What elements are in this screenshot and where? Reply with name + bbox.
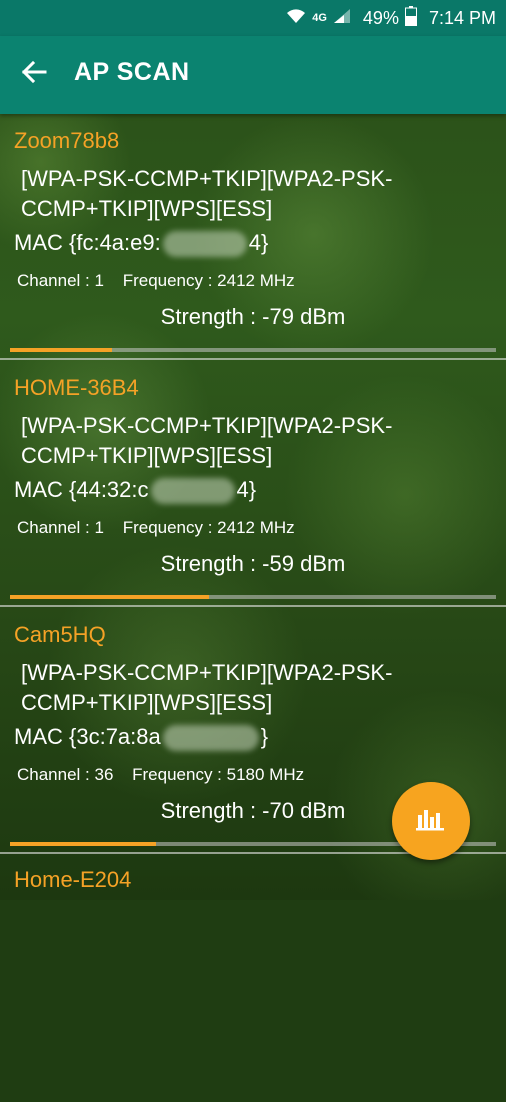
- signal-bar: [10, 348, 496, 352]
- ap-frequency: Frequency : 5180 MHz: [132, 765, 305, 784]
- page-title: AP SCAN: [74, 58, 190, 86]
- chart-fab-button[interactable]: [392, 782, 470, 860]
- battery-icon: [404, 5, 417, 31]
- divider: [0, 605, 506, 607]
- back-button[interactable]: [14, 54, 54, 94]
- mac-redaction: [162, 231, 247, 258]
- cell-signal-icon: [333, 8, 351, 29]
- battery-percent: 49%: [362, 7, 399, 28]
- signal-bar-fill: [10, 595, 210, 599]
- ap-list[interactable]: Zoom78b8 [WPA-PSK-CCMP+TKIP][WPA2-PSK-CC…: [0, 114, 506, 1102]
- ap-mac: MAC {44:32:c 4}: [14, 477, 257, 505]
- ap-mac-prefix: MAC {44:32:c: [14, 477, 149, 502]
- ap-channel: Channel : 1: [17, 271, 104, 290]
- ap-item[interactable]: HOME-36B4 [WPA-PSK-CCMP+TKIP][WPA2-PSK-C…: [0, 361, 506, 608]
- ap-frequency: Frequency : 2412 MHz: [122, 518, 295, 537]
- ap-ssid: HOME-36B4: [14, 375, 139, 400]
- signal-bar-fill: [10, 842, 156, 846]
- ap-ssid: Cam5HQ: [14, 622, 106, 647]
- ap-frequency: Frequency : 2412 MHz: [122, 271, 295, 290]
- signal-bar: [10, 595, 496, 599]
- ap-strength: Strength : -59 dBm: [160, 551, 346, 576]
- ap-mac: MAC {fc:4a:e9: 4}: [14, 230, 269, 258]
- ap-meta: Channel : 1 Frequency : 2412 MHz: [17, 518, 309, 538]
- ap-capabilities: [WPA-PSK-CCMP+TKIP][WPA2-PSK-CCMP+TKIP][…: [21, 413, 393, 468]
- network-type: 4G: [312, 12, 327, 24]
- ap-channel: Channel : 1: [17, 518, 104, 537]
- ap-capabilities: [WPA-PSK-CCMP+TKIP][WPA2-PSK-CCMP+TKIP][…: [21, 660, 393, 715]
- divider: [0, 358, 506, 360]
- bar-chart-icon: [416, 807, 446, 836]
- ap-strength: Strength : -79 dBm: [160, 304, 346, 329]
- ap-item[interactable]: Home-E204: [0, 855, 506, 1102]
- ap-mac: MAC {3c:7a:8a}: [14, 724, 269, 752]
- ap-item[interactable]: Zoom78b8 [WPA-PSK-CCMP+TKIP][WPA2-PSK-CC…: [0, 114, 506, 361]
- ap-ssid: Zoom78b8: [14, 128, 120, 153]
- ap-mac-suffix: }: [260, 724, 269, 749]
- ap-capabilities: [WPA-PSK-CCMP+TKIP][WPA2-PSK-CCMP+TKIP][…: [21, 166, 393, 221]
- ap-mac-suffix: 4}: [248, 230, 269, 255]
- mac-redaction: [162, 725, 259, 752]
- clock: 7:14 PM: [428, 7, 496, 28]
- ap-channel: Channel : 36: [17, 765, 114, 784]
- signal-bar-fill: [10, 348, 113, 352]
- app-bar: AP SCAN: [0, 36, 506, 114]
- ap-ssid: Home-E204: [14, 867, 132, 892]
- ap-meta: Channel : 1 Frequency : 2412 MHz: [17, 271, 309, 291]
- ap-meta: Channel : 36 Frequency : 5180 MHz: [17, 765, 318, 785]
- ap-mac-prefix: MAC {fc:4a:e9:: [14, 230, 161, 255]
- mac-redaction: [150, 478, 235, 505]
- ap-mac-suffix: 4}: [236, 477, 257, 502]
- back-arrow-icon: [21, 60, 47, 89]
- wifi-icon: [286, 8, 306, 29]
- ap-mac-prefix: MAC {3c:7a:8a: [14, 724, 161, 749]
- status-bar: 4G 49% 7:14 PM: [0, 0, 506, 36]
